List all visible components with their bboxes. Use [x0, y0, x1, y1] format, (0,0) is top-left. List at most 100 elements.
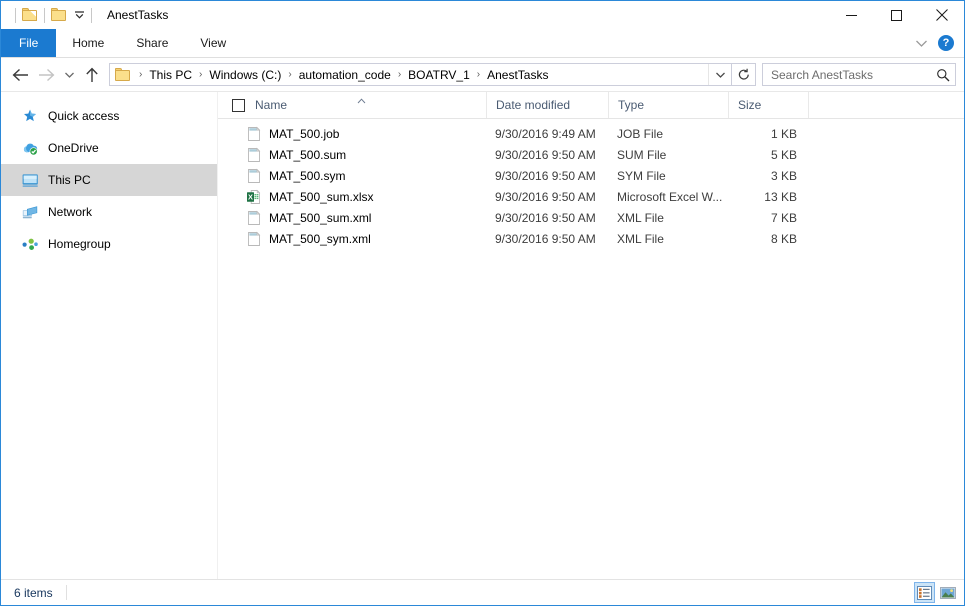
sidebar-item-network[interactable]: Network: [1, 196, 217, 228]
table-row[interactable]: MAT_500.sym 9/30/2016 9:50 AM SYM File 3…: [218, 165, 964, 186]
breadcrumb-separator[interactable]: ›: [472, 69, 485, 80]
breadcrumb-item-windows-c[interactable]: Windows (C:): [207, 68, 283, 82]
file-name-label: MAT_500.sym: [269, 169, 345, 183]
column-header-size[interactable]: Size: [728, 92, 808, 118]
column-header-label: Name: [255, 98, 287, 112]
file-type-cell: SUM File: [608, 144, 728, 165]
tab-share[interactable]: Share: [120, 29, 184, 57]
breadcrumb-item-this-pc[interactable]: This PC: [147, 68, 194, 82]
sidebar-item-onedrive[interactable]: OneDrive: [1, 132, 217, 164]
file-type-cell: Microsoft Excel W...: [608, 186, 728, 207]
column-headers: Name Date modified Type Size: [218, 92, 964, 119]
monitor-icon: [21, 172, 39, 188]
generic-file-icon: [246, 168, 262, 184]
file-size-cell: 5 KB: [728, 144, 808, 165]
sidebar-item-quick-access[interactable]: Quick access: [1, 100, 217, 132]
generic-file-icon: [246, 147, 262, 163]
help-icon[interactable]: ?: [938, 35, 954, 51]
file-name-cell[interactable]: MAT_500.sum: [218, 144, 486, 165]
file-name-cell[interactable]: MAT_500.job: [218, 123, 486, 144]
main-content: Quick access OneDrive: [1, 91, 964, 579]
large-icons-view-button[interactable]: [937, 582, 958, 603]
breadcrumb[interactable]: › This PC › Windows (C:) › automation_co…: [109, 63, 732, 86]
file-type-cell: JOB File: [608, 123, 728, 144]
sidebar-item-label: Homegroup: [48, 237, 111, 251]
address-bar: › This PC › Windows (C:) › automation_co…: [1, 58, 964, 91]
folder-icon[interactable]: [51, 8, 67, 22]
file-size-cell: 8 KB: [728, 228, 808, 249]
sort-ascending-icon: [357, 93, 366, 99]
select-all-checkbox[interactable]: [232, 99, 245, 112]
qat-divider: [91, 8, 92, 23]
maximize-button[interactable]: [874, 1, 919, 29]
table-row[interactable]: MAT_500_sum.xml 9/30/2016 9:50 AM XML Fi…: [218, 207, 964, 228]
up-button[interactable]: [79, 63, 105, 87]
file-date-cell: 9/30/2016 9:50 AM: [486, 144, 608, 165]
expand-ribbon-icon[interactable]: [912, 34, 930, 52]
file-name-cell[interactable]: MAT_500_sym.xml: [218, 228, 486, 249]
table-row[interactable]: X MAT_500_sum.xlsx 9/30/2016 9:50 AM Mic…: [218, 186, 964, 207]
column-header-filler: [808, 92, 964, 118]
qat-divider: [44, 8, 45, 23]
breadcrumb-list: › This PC › Windows (C:) › automation_co…: [134, 68, 708, 82]
status-bar: 6 items: [1, 579, 964, 605]
sidebar-item-homegroup[interactable]: Homegroup: [1, 228, 217, 260]
address-dropdown-icon[interactable]: [708, 64, 731, 85]
breadcrumb-separator[interactable]: ›: [283, 69, 296, 80]
file-date-cell: 9/30/2016 9:50 AM: [486, 165, 608, 186]
chevron-down-icon[interactable]: [74, 11, 85, 19]
file-date-cell: 9/30/2016 9:50 AM: [486, 228, 608, 249]
explorer-window: AnestTasks File Home Share View ?: [0, 0, 965, 606]
file-rows: MAT_500.job 9/30/2016 9:49 AM JOB File 1…: [218, 119, 964, 579]
file-name-cell[interactable]: X MAT_500_sum.xlsx: [218, 186, 486, 207]
search-icon[interactable]: [931, 68, 955, 82]
folder-icon[interactable]: [22, 8, 38, 22]
search-input[interactable]: Search AnestTasks: [762, 68, 931, 82]
folder-icon: [115, 68, 131, 82]
breadcrumb-item-anesttasks[interactable]: AnestTasks: [485, 68, 550, 82]
quick-access-toolbar: AnestTasks: [1, 1, 168, 29]
recent-locations-button[interactable]: [59, 63, 79, 87]
tab-home[interactable]: Home: [56, 29, 120, 57]
generic-file-icon: [246, 231, 262, 247]
tab-view[interactable]: View: [184, 29, 242, 57]
close-button[interactable]: [919, 1, 964, 29]
svg-text:X: X: [248, 192, 253, 201]
breadcrumb-separator[interactable]: ›: [393, 69, 406, 80]
file-type-cell: SYM File: [608, 165, 728, 186]
table-row[interactable]: MAT_500.job 9/30/2016 9:49 AM JOB File 1…: [218, 123, 964, 144]
file-name-label: MAT_500_sum.xml: [269, 211, 371, 225]
qat-divider: [15, 8, 16, 23]
file-name-label: MAT_500.sum: [269, 148, 346, 162]
breadcrumb-separator: ›: [134, 69, 147, 80]
column-header-type[interactable]: Type: [608, 92, 728, 118]
file-type-cell: XML File: [608, 228, 728, 249]
sidebar-item-label: Network: [48, 205, 92, 219]
file-name-cell[interactable]: MAT_500.sym: [218, 165, 486, 186]
file-date-cell: 9/30/2016 9:50 AM: [486, 207, 608, 228]
item-count-label: 6 items: [1, 586, 53, 600]
column-header-name[interactable]: Name: [218, 92, 486, 118]
tab-file[interactable]: File: [1, 29, 56, 57]
file-name-label: MAT_500_sum.xlsx: [269, 190, 373, 204]
sidebar-item-this-pc[interactable]: This PC: [1, 164, 217, 196]
table-row[interactable]: MAT_500.sum 9/30/2016 9:50 AM SUM File 5…: [218, 144, 964, 165]
file-name-cell[interactable]: MAT_500_sum.xml: [218, 207, 486, 228]
file-date-cell: 9/30/2016 9:49 AM: [486, 123, 608, 144]
file-size-cell: 1 KB: [728, 123, 808, 144]
title-bar: AnestTasks: [1, 1, 964, 29]
back-button[interactable]: [7, 63, 33, 87]
table-row[interactable]: MAT_500_sym.xml 9/30/2016 9:50 AM XML Fi…: [218, 228, 964, 249]
column-header-date-modified[interactable]: Date modified: [486, 92, 608, 118]
file-date-cell: 9/30/2016 9:50 AM: [486, 186, 608, 207]
breadcrumb-item-automation-code[interactable]: automation_code: [297, 68, 393, 82]
breadcrumb-item-boatrv-1[interactable]: BOATRV_1: [406, 68, 472, 82]
refresh-button[interactable]: [732, 63, 756, 86]
minimize-button[interactable]: [829, 1, 874, 29]
breadcrumb-separator[interactable]: ›: [194, 69, 207, 80]
details-view-button[interactable]: [914, 582, 935, 603]
file-type-cell: XML File: [608, 207, 728, 228]
generic-file-icon: [246, 126, 262, 142]
search-box[interactable]: Search AnestTasks: [762, 63, 956, 86]
sidebar-item-label: OneDrive: [48, 141, 99, 155]
